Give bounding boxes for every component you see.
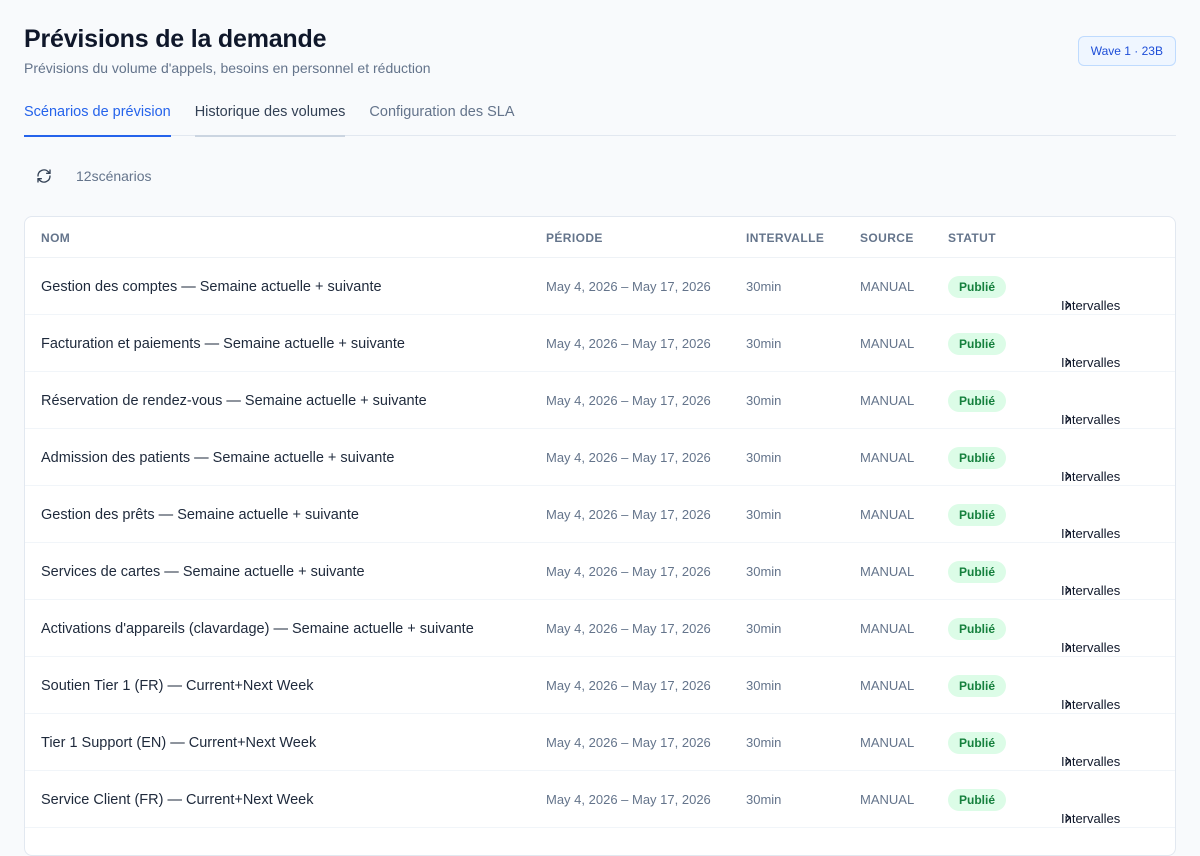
table-row[interactable]: Admission des patients — Semaine actuell… — [25, 429, 1175, 486]
tab-bar: Scénarios de prévision Historique des vo… — [24, 92, 1176, 137]
table-row[interactable]: Gestion des prêts — Semaine actuelle + s… — [25, 486, 1175, 543]
scenario-count-label: scénarios — [91, 168, 152, 184]
scenario-period: May 4, 2026 – May 17, 2026 — [546, 507, 711, 522]
scenario-interval: 30min — [746, 393, 782, 408]
scenario-period: May 4, 2026 – May 17, 2026 — [546, 393, 711, 408]
scenario-interval: 30min — [746, 336, 782, 351]
scenario-source: MANUAL — [860, 621, 915, 636]
chevron-right-icon — [1061, 697, 1075, 711]
table-row[interactable]: Service Client (FR) — Current+Next Week M… — [25, 771, 1175, 828]
chevron-right-icon — [1061, 640, 1075, 654]
column-header-source[interactable]: SOURCE — [860, 231, 914, 245]
chevron-right-icon — [1061, 355, 1075, 369]
tab-volume-history[interactable]: Historique des volumes — [194, 92, 345, 137]
chevron-right-icon — [1061, 298, 1075, 312]
chevron-right-icon — [1061, 583, 1075, 597]
table-row[interactable]: Tier 1 Support (EN) — Current+Next Week M… — [25, 714, 1175, 771]
table-row[interactable]: Gestion des comptes — Semaine actuelle +… — [25, 258, 1175, 315]
scenario-source: MANUAL — [860, 279, 915, 294]
status-badge: Publié — [948, 675, 1007, 697]
scenario-name: Activations d'appareils (clavardage) — S… — [41, 621, 474, 637]
status-badge: Publié — [948, 276, 1007, 298]
scenario-name: Réservation de rendez-vous — Semaine act… — [41, 393, 427, 409]
scenario-name: Soutien Tier 1 (FR) — Current+Next Week — [41, 678, 314, 694]
page-header: Prévisions de la demande Prévisions du v… — [24, 0, 1176, 92]
scenario-period: May 4, 2026 – May 17, 2026 — [546, 564, 711, 579]
chevron-right-icon — [1061, 811, 1075, 825]
status-badge: Publié — [948, 618, 1007, 640]
scenario-count: 12scénarios — [76, 168, 152, 184]
scenario-name: Services de cartes — Semaine actuelle + … — [41, 564, 365, 580]
scenario-name: Tier 1 Support (EN) — Current+Next Week — [41, 735, 317, 751]
scenario-source: MANUAL — [860, 450, 915, 465]
page-subtitle: Prévisions du volume d'appels, besoins e… — [24, 60, 431, 76]
status-badge: Publié — [948, 447, 1007, 469]
wave-badge: Wave 1 · 23B — [1077, 36, 1176, 66]
table-row[interactable]: Soutien Tier 1 (FR) — Current+Next Week M… — [25, 657, 1175, 714]
scenario-interval: 30min — [746, 279, 782, 294]
scenario-period: May 4, 2026 – May 17, 2026 — [546, 792, 711, 807]
refresh-button[interactable] — [30, 162, 58, 190]
scenario-interval: 30min — [746, 450, 782, 465]
page-title: Prévisions de la demande — [24, 25, 327, 53]
scenario-interval: 30min — [746, 564, 782, 579]
scenario-name: Service Client (FR) — Current+Next Week — [41, 792, 314, 808]
scenario-source: MANUAL — [860, 507, 915, 522]
status-badge: Publié — [948, 333, 1007, 355]
column-header-interval[interactable]: INTERVALLE — [746, 231, 824, 245]
scenario-name: Admission des patients — Semaine actuell… — [41, 450, 395, 466]
scenario-source: MANUAL — [860, 336, 915, 351]
chevron-right-icon — [1061, 469, 1075, 483]
scenario-source: MANUAL — [860, 678, 915, 693]
scenario-name: Facturation et paiements — Semaine actue… — [41, 336, 405, 352]
scenario-interval: 30min — [746, 735, 782, 750]
scenario-interval: 30min — [746, 621, 782, 636]
scenario-source: MANUAL — [860, 792, 915, 807]
status-badge: Publié — [948, 561, 1007, 583]
status-badge: Publié — [948, 504, 1007, 526]
scenario-interval: 30min — [746, 792, 782, 807]
table-row[interactable]: Activations d'appareils (clavardage) — S… — [25, 600, 1175, 657]
scenario-period: May 4, 2026 – May 17, 2026 — [546, 678, 711, 693]
scenario-period: May 4, 2026 – May 17, 2026 — [546, 279, 711, 294]
table-body: Gestion des comptes — Semaine actuelle +… — [25, 258, 1175, 828]
column-header-status[interactable]: STATUT — [948, 231, 996, 245]
status-badge: Publié — [948, 789, 1007, 811]
scenarios-table: NOM PÉRIODE INTERVALLE SOURCE STATUT Ges… — [24, 216, 1176, 856]
chevron-right-icon — [1061, 526, 1075, 540]
table-row[interactable]: Facturation et paiements — Semaine actue… — [25, 315, 1175, 372]
scenario-source: MANUAL — [860, 735, 915, 750]
status-badge: Publié — [948, 390, 1007, 412]
chevron-right-icon — [1061, 754, 1075, 768]
scenario-interval: 30min — [746, 678, 782, 693]
chevron-right-icon — [1061, 412, 1075, 426]
scenario-period: May 4, 2026 – May 17, 2026 — [546, 621, 711, 636]
column-header-period[interactable]: PÉRIODE — [546, 231, 603, 245]
column-header-name[interactable]: NOM — [41, 231, 70, 245]
scenario-interval: 30min — [746, 507, 782, 522]
scenario-count-number: 12 — [76, 168, 92, 184]
table-row[interactable]: Réservation de rendez-vous — Semaine act… — [25, 372, 1175, 429]
tab-forecast-scenarios[interactable]: Scénarios de prévision — [24, 92, 171, 137]
tab-sla-configuration[interactable]: Configuration des SLA — [369, 92, 514, 136]
scenario-name: Gestion des comptes — Semaine actuelle +… — [41, 279, 382, 295]
table-row[interactable]: Services de cartes — Semaine actuelle + … — [25, 543, 1175, 600]
scenario-period: May 4, 2026 – May 17, 2026 — [546, 450, 711, 465]
scenario-period: May 4, 2026 – May 17, 2026 — [546, 336, 711, 351]
table-header: NOM PÉRIODE INTERVALLE SOURCE STATUT — [25, 217, 1175, 258]
status-badge: Publié — [948, 732, 1007, 754]
refresh-icon — [36, 168, 52, 184]
scenario-source: MANUAL — [860, 564, 915, 579]
scenario-period: May 4, 2026 – May 17, 2026 — [546, 735, 711, 750]
scenario-name: Gestion des prêts — Semaine actuelle + s… — [41, 507, 359, 523]
toolbar: 12scénarios — [24, 136, 1176, 216]
scenario-source: MANUAL — [860, 393, 915, 408]
